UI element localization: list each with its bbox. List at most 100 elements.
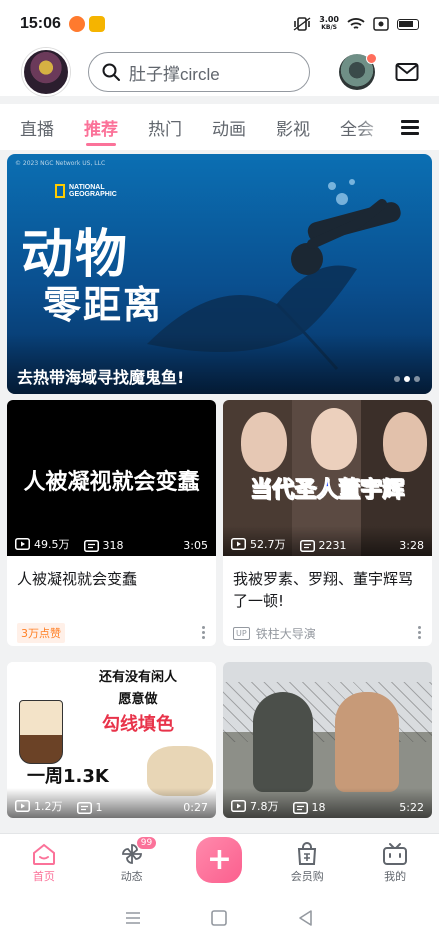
- view-count-text: 7.8万: [250, 800, 279, 813]
- screen-record-icon: [373, 17, 389, 31]
- shopping-bag-icon: [298, 841, 317, 865]
- shield-app-icon: [88, 16, 105, 32]
- more-options-icon[interactable]: [202, 625, 206, 641]
- more-options-icon[interactable]: [418, 625, 422, 641]
- home-square-icon[interactable]: [210, 909, 228, 927]
- video-thumbnail: 人被凝视就会变蠢 49.5万 318 3:05: [7, 400, 216, 556]
- video-card[interactable]: 人被凝视就会变蠢 49.5万 318 3:05 人被凝视就会变蠢 3万点赞: [7, 400, 216, 646]
- video-stats: 7.8万 18 5:22: [223, 788, 432, 818]
- view-count-text: 49.5万: [34, 538, 70, 551]
- nav-vip-shop-label: 会员购: [290, 869, 324, 883]
- nav-dynamic[interactable]: 99 动态: [88, 835, 176, 884]
- view-count: 7.8万: [231, 798, 279, 814]
- card-footer: 3万点赞: [7, 616, 216, 646]
- video-card[interactable]: 还有没有闲人 愿意做 勾线填色 一周1.3K 1.2万 1 0:27: [7, 662, 216, 818]
- danmaku-count-text: 1: [95, 801, 103, 814]
- thumbnail-text: 当代圣人董宇辉: [250, 478, 405, 504]
- like-badge: 3万点赞: [17, 623, 65, 643]
- nav-home[interactable]: 首页: [0, 842, 88, 884]
- danmaku-icon: [83, 539, 99, 552]
- video-thumbnail: 7.8万 18 5:22: [223, 662, 432, 818]
- danmaku-icon: [292, 801, 308, 814]
- tab-hot[interactable]: 热门: [148, 104, 182, 150]
- tab-live[interactable]: 直播: [20, 104, 54, 150]
- video-stats: 1.2万 1 0:27: [7, 788, 216, 818]
- back-triangle-icon[interactable]: [297, 909, 315, 927]
- user-avatar[interactable]: [22, 48, 70, 96]
- banner-dot: [394, 376, 400, 382]
- thumbnail-text-line4: 一周1.3K: [27, 766, 109, 787]
- tab-recommend[interactable]: 推荐: [84, 104, 118, 150]
- banner-dot: [414, 376, 420, 382]
- banner-carousel[interactable]: © 2023 NGC Network US, LLC NATIONAL GEOG…: [7, 154, 432, 394]
- tv-icon: [383, 842, 408, 865]
- danmaku-count: 318: [83, 539, 124, 552]
- thumbnail-text-line2: 愿意做: [118, 692, 158, 707]
- nav-mine[interactable]: 我的: [351, 842, 439, 884]
- danmaku-count-text: 18: [311, 801, 326, 814]
- game-center-avatar[interactable]: [339, 53, 377, 90]
- view-count-text: 52.7万: [250, 538, 286, 551]
- play-count-icon: [231, 800, 246, 812]
- bubble-tea-drawing: [19, 700, 63, 764]
- video-stats: 49.5万 318 3:05: [7, 526, 216, 556]
- net-speed: 3.00 KB/S: [319, 16, 339, 32]
- battery-icon: [397, 18, 419, 30]
- danmaku-count-text: 2231: [318, 539, 347, 552]
- banner-pagination: [394, 376, 420, 382]
- thumbnail-text-line3: 勾线填色: [102, 714, 174, 735]
- banner-copyright: © 2023 NGC Network US, LLC: [15, 160, 106, 167]
- nav-home-label: 首页: [32, 869, 55, 883]
- ng-logo-line2: GEOGRAPHIC: [69, 191, 117, 198]
- view-count-text: 1.2万: [34, 800, 63, 813]
- play-count-icon: [231, 538, 246, 550]
- video-card[interactable]: 当代圣人董宇辉 52.7万 2231 3:28 我被罗素、罗翔、董宇辉骂了一顿!…: [223, 400, 432, 646]
- ng-yellow-box-icon: [55, 184, 65, 198]
- video-card[interactable]: 7.8万 18 5:22: [223, 662, 432, 818]
- video-title: 人被凝视就会变蠢: [17, 570, 138, 588]
- view-count: 52.7万: [231, 536, 286, 552]
- tabs-fade: [355, 104, 395, 150]
- ng-logo-line1: NATIONAL: [69, 184, 105, 191]
- nav-publish[interactable]: +: [176, 836, 264, 889]
- search-input[interactable]: 肚子撑circle: [88, 52, 310, 92]
- danmaku-count: 18: [292, 801, 326, 814]
- video-title: 我被罗素、罗翔、董宇辉骂了一顿!: [233, 570, 414, 610]
- uploader-name[interactable]: 铁柱大导演: [256, 625, 316, 642]
- status-time: 15:06: [20, 15, 61, 32]
- publish-plus-icon: +: [196, 836, 243, 883]
- video-duration: 0:27: [183, 801, 208, 814]
- view-count: 1.2万: [15, 798, 63, 814]
- net-speed-value: 3.00: [319, 15, 339, 24]
- status-indicators: 3.00 KB/S: [293, 16, 419, 32]
- person-face-left: [241, 412, 287, 472]
- nav-dynamic-label: 动态: [120, 869, 143, 883]
- thumbnail-text: 人被凝视就会变蠢: [23, 470, 200, 495]
- vibrate-icon: [293, 17, 311, 31]
- nav-vip-shop[interactable]: 会员购: [263, 841, 351, 884]
- video-thumbnail: 还有没有闲人 愿意做 勾线填色 一周1.3K 1.2万 1 0:27: [7, 662, 216, 818]
- tab-menu-icon[interactable]: [401, 120, 419, 135]
- mail-icon[interactable]: [395, 62, 419, 82]
- status-app-icons: [68, 16, 105, 32]
- top-header: 肚子撑circle: [0, 48, 439, 96]
- danmaku-count-text: 318: [102, 539, 124, 552]
- national-geographic-logo: NATIONAL GEOGRAPHIC: [55, 184, 117, 198]
- up-tag: UP: [233, 626, 250, 640]
- person-face-right: [383, 412, 427, 472]
- tab-anime[interactable]: 动画: [212, 104, 246, 150]
- play-count-icon: [15, 800, 30, 812]
- person-left: [253, 692, 313, 792]
- play-count-icon: [15, 538, 30, 550]
- status-bar: 15:06 3.00 KB/S: [0, 0, 439, 48]
- bottom-navigation: 首页 99 动态 + 会员购 我的: [0, 833, 439, 891]
- category-tabs: 直播 推荐 热门 动画 影视 全会: [0, 104, 439, 150]
- banner-caption: 去热带海域寻找魔鬼鱼!: [17, 368, 185, 387]
- search-placeholder: 肚子撑circle: [129, 64, 220, 84]
- wifi-icon: [347, 18, 365, 29]
- person-face-middle: [311, 408, 357, 470]
- menu-icon[interactable]: [124, 909, 142, 927]
- banner-title-line2: 零距离: [43, 283, 164, 327]
- tab-film[interactable]: 影视: [276, 104, 310, 150]
- person-right: [335, 692, 399, 792]
